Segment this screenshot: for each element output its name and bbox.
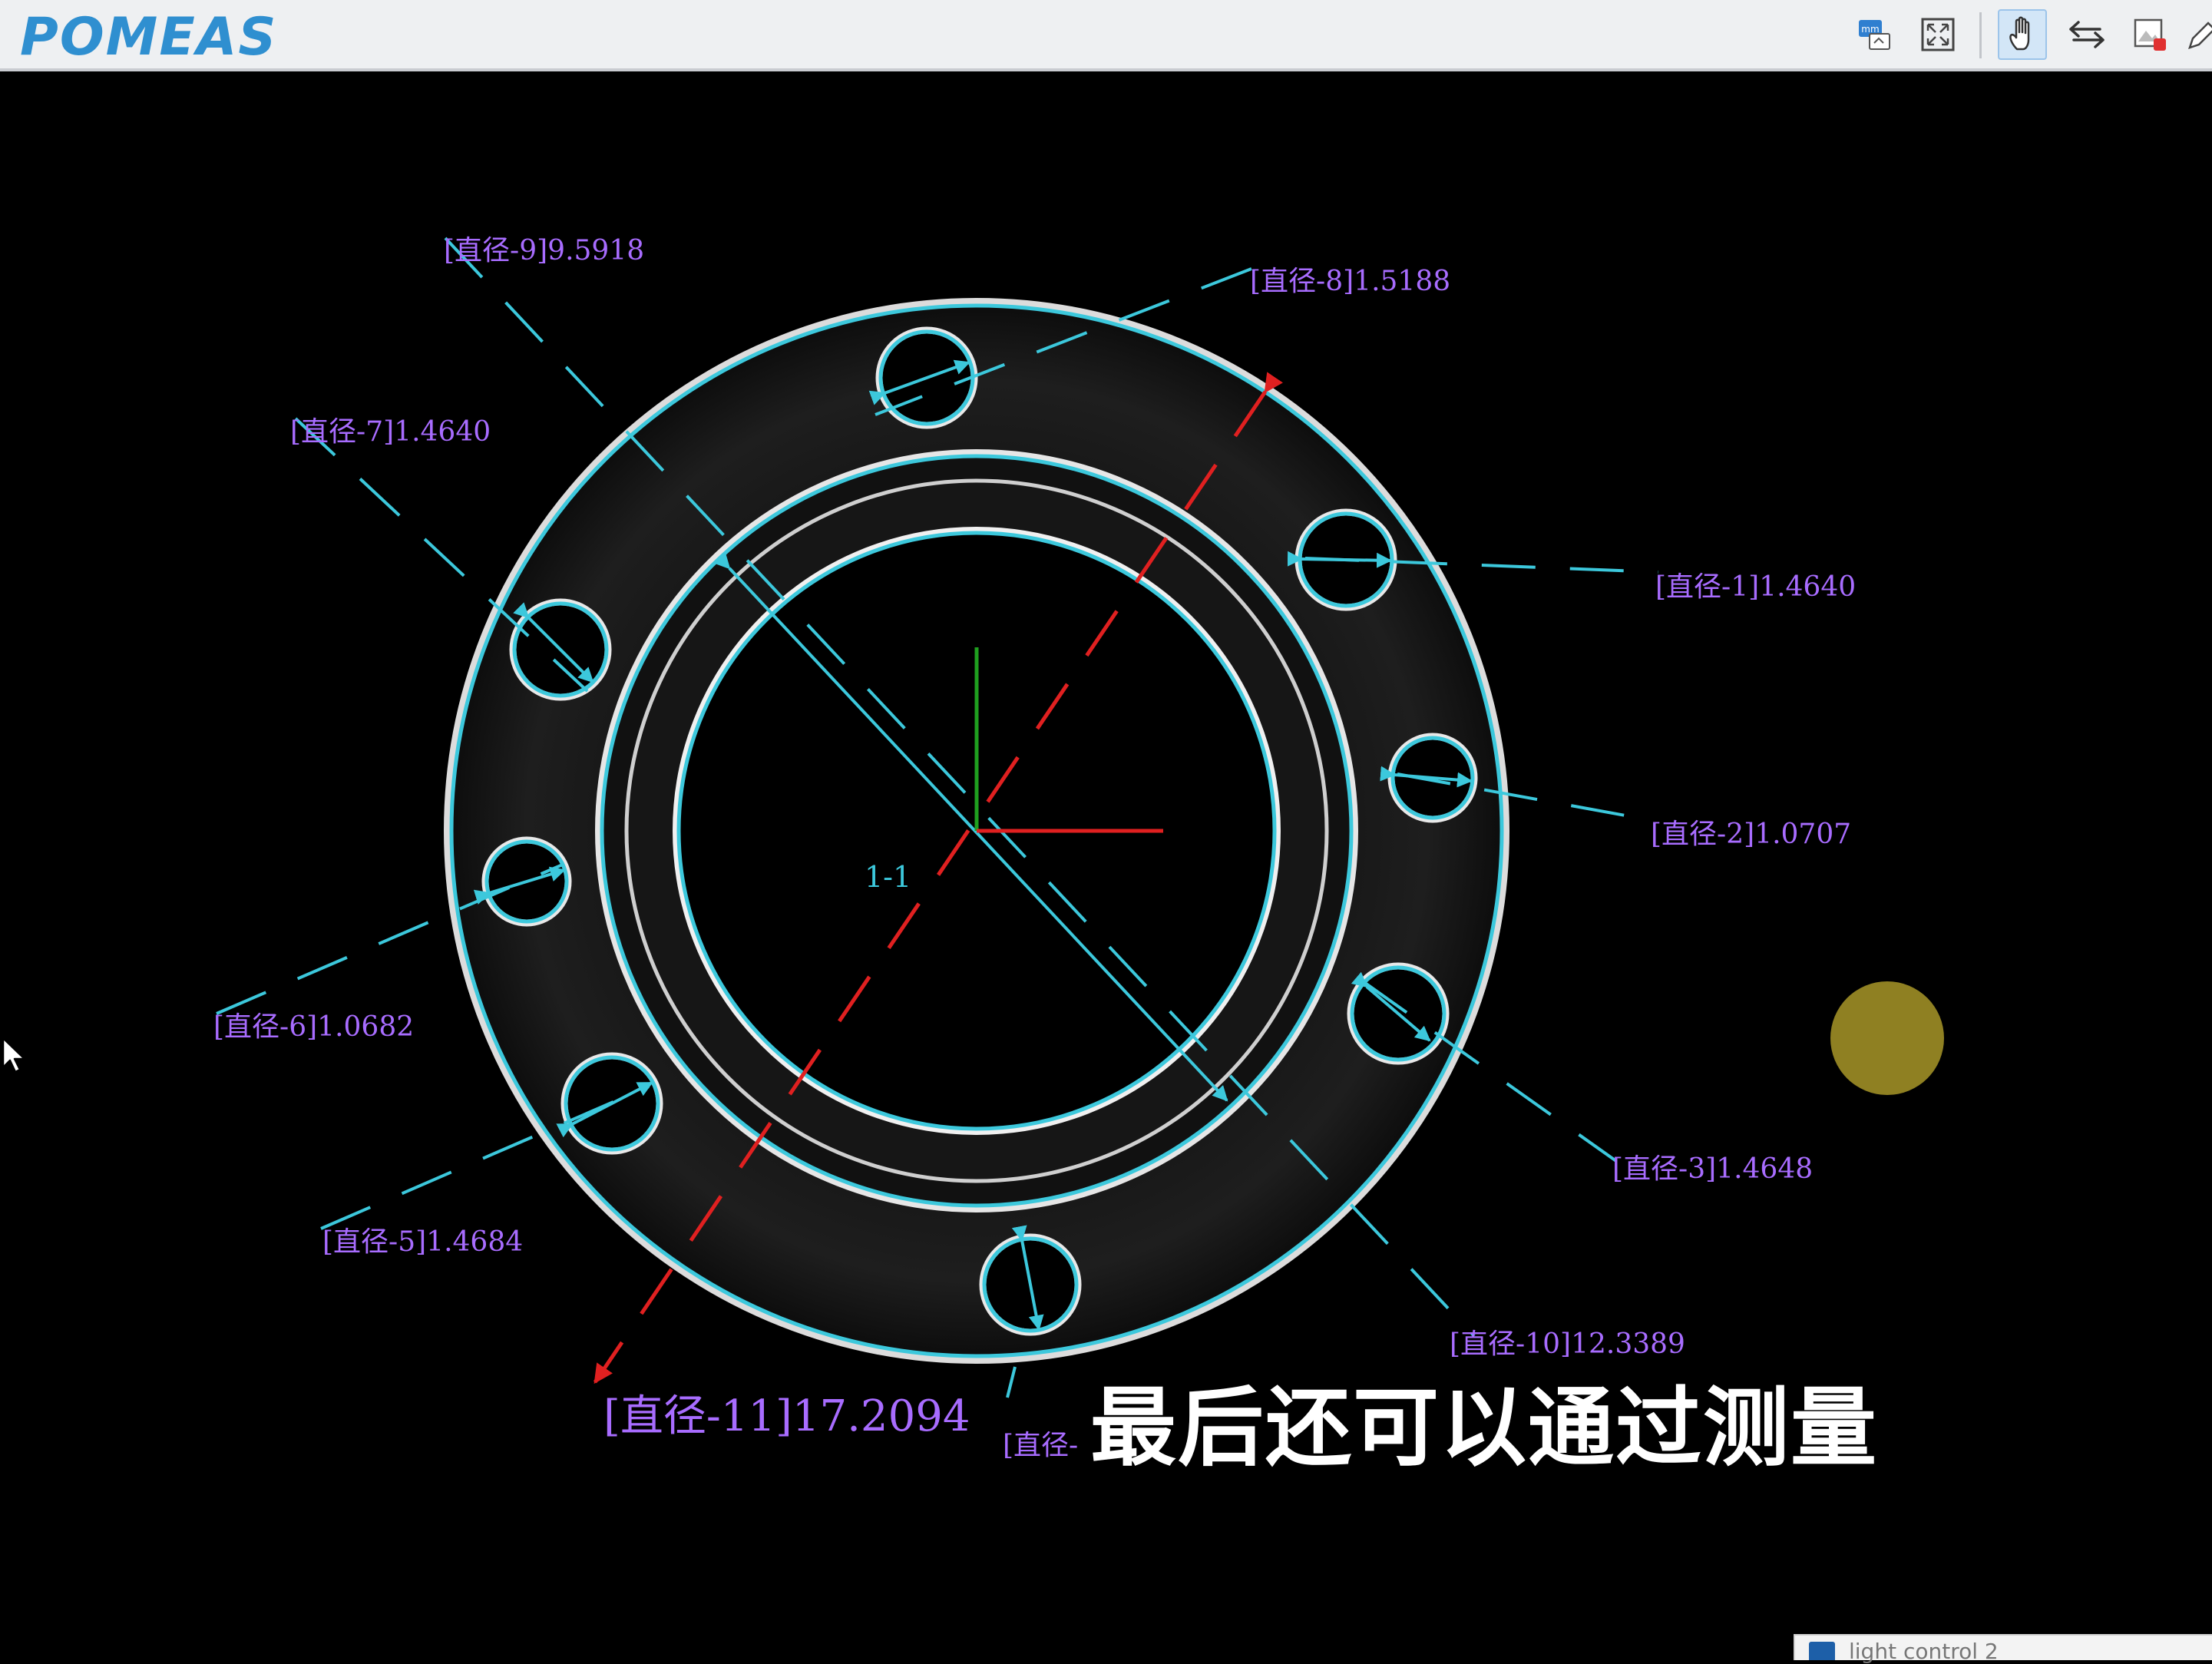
svg-text:mm: mm xyxy=(1861,24,1879,35)
window-app-icon xyxy=(1809,1642,1835,1660)
edit-button[interactable] xyxy=(2185,9,2212,60)
swap-button[interactable] xyxy=(2062,9,2111,60)
hand-icon xyxy=(2009,16,2030,51)
taskbar-window-peek[interactable]: light control 2 xyxy=(1794,1634,2212,1664)
pomeas-logo: POMEAS xyxy=(20,7,278,68)
measure-label-d11[interactable]: [直径-11]17.2094 xyxy=(603,1394,970,1440)
measure-label-d6[interactable]: [直径-6]1.0682 xyxy=(213,1012,414,1043)
center-point-label: 1-1 xyxy=(865,860,912,894)
measure-label-d1[interactable]: [直径-1]1.4640 xyxy=(1655,572,1856,603)
fit-screen-icon xyxy=(1921,18,1955,51)
cursor-highlight xyxy=(1830,981,1944,1095)
toolbar-separator xyxy=(1979,12,1982,58)
taskbar-window-title: light control 2 xyxy=(1849,1639,1999,1664)
swap-arrows-icon xyxy=(2069,21,2105,48)
unit-mm-button[interactable]: mm xyxy=(1850,9,1900,60)
mm-unit-icon: mm xyxy=(1859,20,1890,50)
mouse-pointer-icon xyxy=(2,1037,26,1073)
top-toolbar: POMEAS mm xyxy=(0,0,2212,71)
measure-label-d7[interactable]: [直径-7]1.4640 xyxy=(290,417,491,448)
fit-screen-button[interactable] xyxy=(1913,9,1962,60)
measure-label-d5[interactable]: [直径-5]1.4684 xyxy=(322,1227,523,1258)
measure-label-d9[interactable]: [直径-9]9.5918 xyxy=(444,236,644,266)
measure-label-d8[interactable]: [直径-8]1.5188 xyxy=(1250,266,1450,297)
pan-hand-button[interactable] xyxy=(1998,9,2047,60)
pencil-icon xyxy=(2188,22,2212,49)
measure-label-d12[interactable]: [直径- xyxy=(1003,1431,1078,1461)
image-red-dot-icon xyxy=(2134,18,2166,51)
measure-label-d3[interactable]: [直径-3]1.4648 xyxy=(1612,1154,1813,1185)
image-export-button[interactable] xyxy=(2127,9,2176,60)
measure-label-d2[interactable]: [直径-2]1.0707 xyxy=(1651,819,1851,850)
video-subtitle: 最后还可以通过测量 xyxy=(1090,1378,1878,1478)
measure-label-d10[interactable]: [直径-10]12.3389 xyxy=(1450,1329,1685,1360)
